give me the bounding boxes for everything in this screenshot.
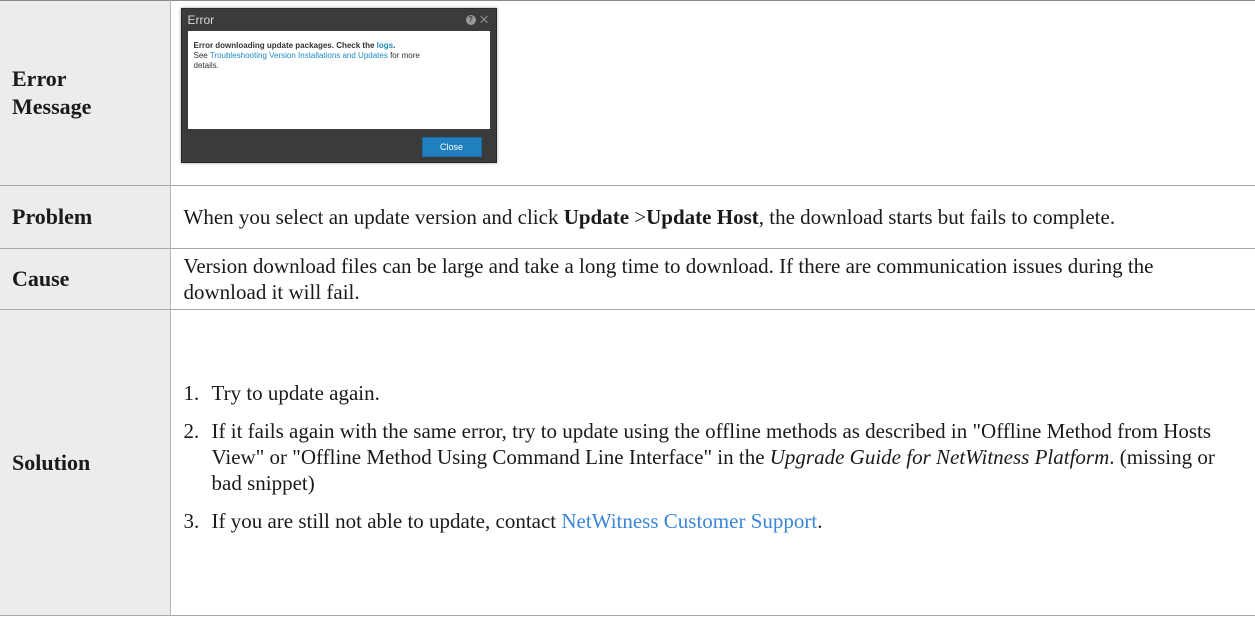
solution-content: 1. Try to update again. 2. If it fails a…: [170, 309, 1255, 616]
solution-label: Solution: [0, 309, 171, 616]
guide-title: Upgrade Guide for NetWitness Platform: [769, 444, 1110, 469]
problem-text: When you select an update version and cl…: [183, 205, 564, 229]
dialog-body: Error downloading update packages. Check…: [187, 31, 490, 129]
troubleshooting-link[interactable]: Troubleshooting Version Installations an…: [210, 51, 388, 60]
step-text: If it fails again with the same error, t…: [212, 418, 1236, 496]
problem-row: Problem When you select an update versio…: [0, 185, 1255, 249]
step-text: Try to update again.: [211, 380, 380, 405]
dialog-message: Error downloading update packages. Check…: [194, 41, 484, 51]
dialog-message-period: .: [393, 41, 396, 50]
step-text: If you are still not able to update, con…: [212, 508, 1236, 534]
dialog-message-text: Error downloading update packages. Check…: [193, 41, 377, 50]
label-line: Message: [12, 94, 92, 119]
error-message-content: Error ? ✕ Error downloading update packa…: [170, 0, 1255, 186]
error-message-row: Error Message Error ? ✕ Error downloadin…: [0, 0, 1255, 186]
dialog-icons: ? ✕: [465, 13, 490, 26]
problem-label: Problem: [0, 185, 171, 249]
dialog-see-line: See Troubleshooting Version Installation…: [194, 51, 484, 61]
dialog-footer: Close: [182, 132, 496, 162]
step-item: 2. If it fails again with the same error…: [184, 418, 1236, 496]
problem-content: When you select an update version and cl…: [170, 185, 1255, 249]
cause-row: Cause Version download files can be larg…: [0, 248, 1255, 310]
step-number: 1.: [183, 380, 200, 405]
dialog-close-button[interactable]: Close: [421, 137, 482, 157]
dialog-title: Error: [187, 13, 215, 27]
error-dialog-screenshot: Error ? ✕ Error downloading update packa…: [180, 8, 497, 163]
step-number: 2.: [183, 418, 200, 443]
help-icon[interactable]: ?: [465, 15, 476, 25]
problem-text: , the download starts but fails to compl…: [758, 205, 1116, 229]
cause-label: Cause: [0, 248, 171, 310]
step-number: 3.: [183, 508, 200, 533]
close-icon[interactable]: ✕: [479, 13, 490, 26]
see-rest-text-2: details.: [193, 61, 219, 70]
solution-steps: 1. Try to update again. 2. If it fails a…: [184, 380, 1236, 534]
logs-link[interactable]: logs: [377, 41, 393, 50]
see-rest-text: for more: [387, 51, 420, 60]
update-menu-ref: Update: [563, 205, 630, 229]
step-item: 3. If you are still not able to update, …: [184, 508, 1236, 534]
step-text-part: .: [817, 508, 823, 533]
dialog-titlebar: Error ? ✕: [182, 9, 496, 31]
update-host-ref: Update Host: [646, 205, 759, 229]
solution-row: Solution 1. Try to update again. 2. If i…: [0, 309, 1255, 616]
see-text: See: [193, 51, 210, 60]
step-text-part: If you are still not able to update, con…: [211, 508, 562, 533]
cause-content: Version download files can be large and …: [170, 248, 1255, 310]
label-line: Error: [12, 66, 67, 91]
customer-support-link[interactable]: NetWitness Customer Support: [561, 509, 817, 533]
troubleshooting-table: Error Message Error ? ✕ Error downloadin…: [0, 0, 1255, 616]
problem-text: >: [629, 205, 647, 229]
error-message-label: Error Message: [0, 0, 171, 186]
step-item: 1. Try to update again.: [184, 380, 1236, 406]
